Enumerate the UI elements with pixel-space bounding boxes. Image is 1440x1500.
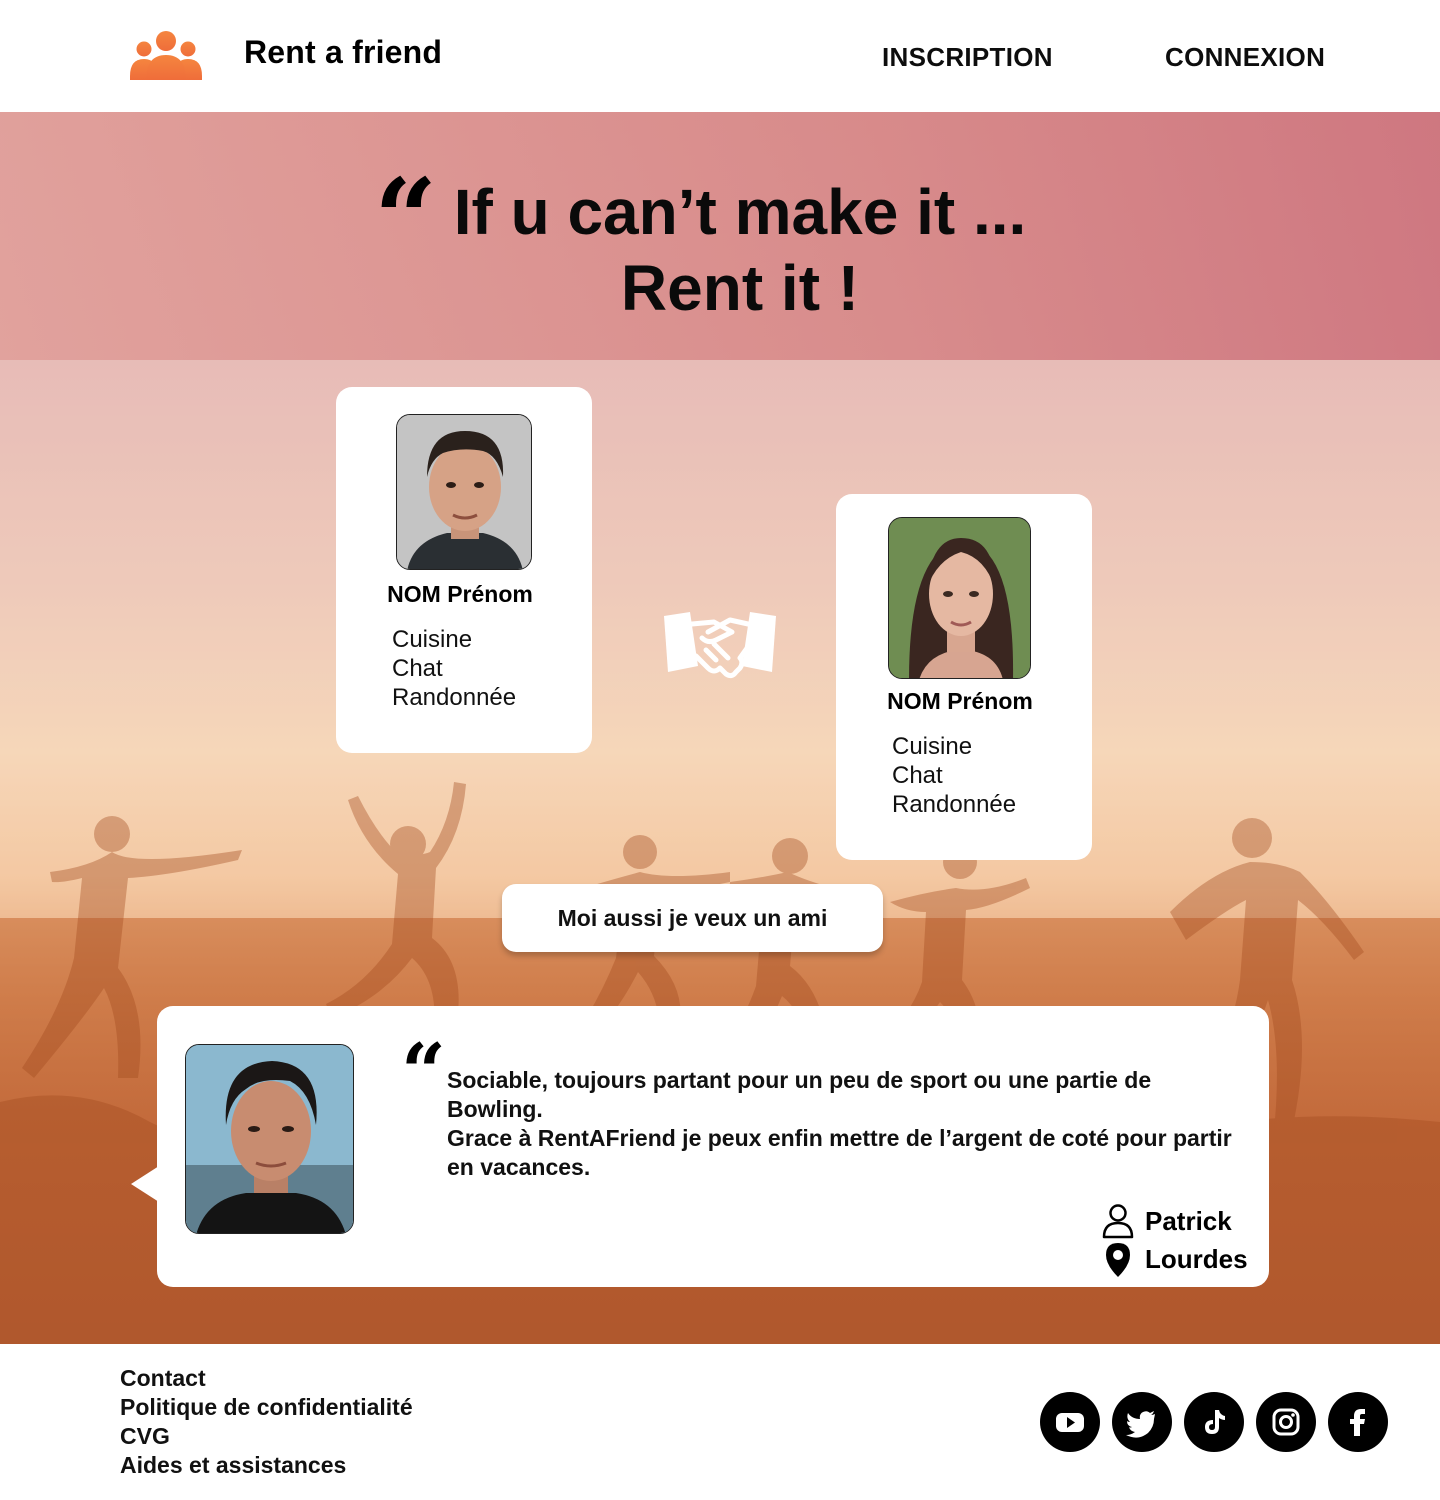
hero-title-line2: Rent it ! — [620, 252, 860, 324]
nav-connexion-link[interactable]: CONNEXION — [1165, 42, 1325, 73]
user-icon — [1102, 1204, 1134, 1239]
footer-links: Contact Politique de confidentialité CVG… — [120, 1364, 413, 1480]
profile-card[interactable]: NOM Prénom Cuisine Chat Randonnée — [336, 387, 592, 753]
testimonial-line: Sociable, toujours partant pour un peu d… — [447, 1067, 1152, 1122]
hero-title-line1: If u can’t make it ... — [453, 176, 1027, 248]
location-row: Lourdes — [1101, 1240, 1248, 1278]
profile-photo — [888, 517, 1031, 679]
testimonial-author: Patrick — [1145, 1205, 1232, 1236]
quote-icon: “ — [401, 1027, 446, 1118]
nav-inscription-link[interactable]: INSCRIPTION — [882, 42, 1053, 73]
location-pin-icon — [1106, 1243, 1130, 1277]
testimonial-photo — [185, 1044, 354, 1234]
footer-link-contact[interactable]: Contact — [120, 1365, 206, 1391]
profile-photo — [396, 414, 532, 570]
interest-item: Chat — [892, 762, 943, 789]
speech-bubble-tail — [131, 1166, 159, 1202]
social-links — [1040, 1392, 1400, 1452]
interest-item: Cuisine — [392, 626, 473, 653]
patrick-portrait-image — [186, 1045, 353, 1233]
site-header: Rent a friend INSCRIPTION CONNEXION — [0, 0, 1440, 112]
testimonial-text: Sociable, toujours partant pour un peu d… — [447, 1066, 1247, 1182]
interest-item: Randonnée — [392, 684, 517, 711]
twitter-icon[interactable] — [1112, 1392, 1172, 1452]
interest-list: Cuisine Chat Randonnée — [892, 732, 1016, 819]
site-footer: Contact Politique de confidentialité CVG… — [0, 1344, 1440, 1500]
interest-item: Chat — [392, 655, 443, 682]
author-row: Patrick — [1101, 1202, 1248, 1240]
group-logo-icon[interactable] — [128, 30, 204, 82]
facebook-icon[interactable] — [1328, 1392, 1388, 1452]
footer-link-cvg[interactable]: CVG — [120, 1423, 170, 1449]
tiktok-icon[interactable] — [1184, 1392, 1244, 1452]
interest-item: Cuisine — [892, 733, 973, 760]
profile-card[interactable]: NOM Prénom Cuisine Chat Randonnée — [836, 494, 1092, 860]
footer-link-help[interactable]: Aides et assistances — [120, 1452, 346, 1478]
profile-name: NOM Prénom — [887, 688, 1033, 714]
testimonial-line: Grace à RentAFriend je peux enfin mettre… — [447, 1125, 1232, 1180]
youtube-icon[interactable] — [1040, 1392, 1100, 1452]
brand-name[interactable]: Rent a friend — [244, 34, 442, 71]
interest-item: Randonnée — [892, 791, 1017, 818]
testimonial-card: “ Sociable, toujours partant pour un peu… — [131, 1006, 1269, 1287]
interest-list: Cuisine Chat Randonnée — [392, 625, 516, 712]
instagram-icon[interactable] — [1256, 1392, 1316, 1452]
testimonial-meta: Patrick Lourdes — [1101, 1202, 1248, 1278]
footer-link-privacy[interactable]: Politique de confidentialité — [120, 1394, 413, 1420]
handshake-icon — [664, 612, 776, 679]
hero-section: “ If u can’t make it ... Rent it ! NOM P… — [0, 112, 1440, 1344]
woman-portrait-image — [889, 518, 1030, 678]
hero-title: If u can’t make it ... Rent it ! — [0, 174, 1440, 326]
testimonial-location: Lourdes — [1145, 1243, 1248, 1274]
man-portrait-image — [397, 415, 531, 569]
want-a-friend-button[interactable]: Moi aussi je veux un ami — [502, 884, 883, 952]
profile-name: NOM Prénom — [387, 581, 533, 607]
